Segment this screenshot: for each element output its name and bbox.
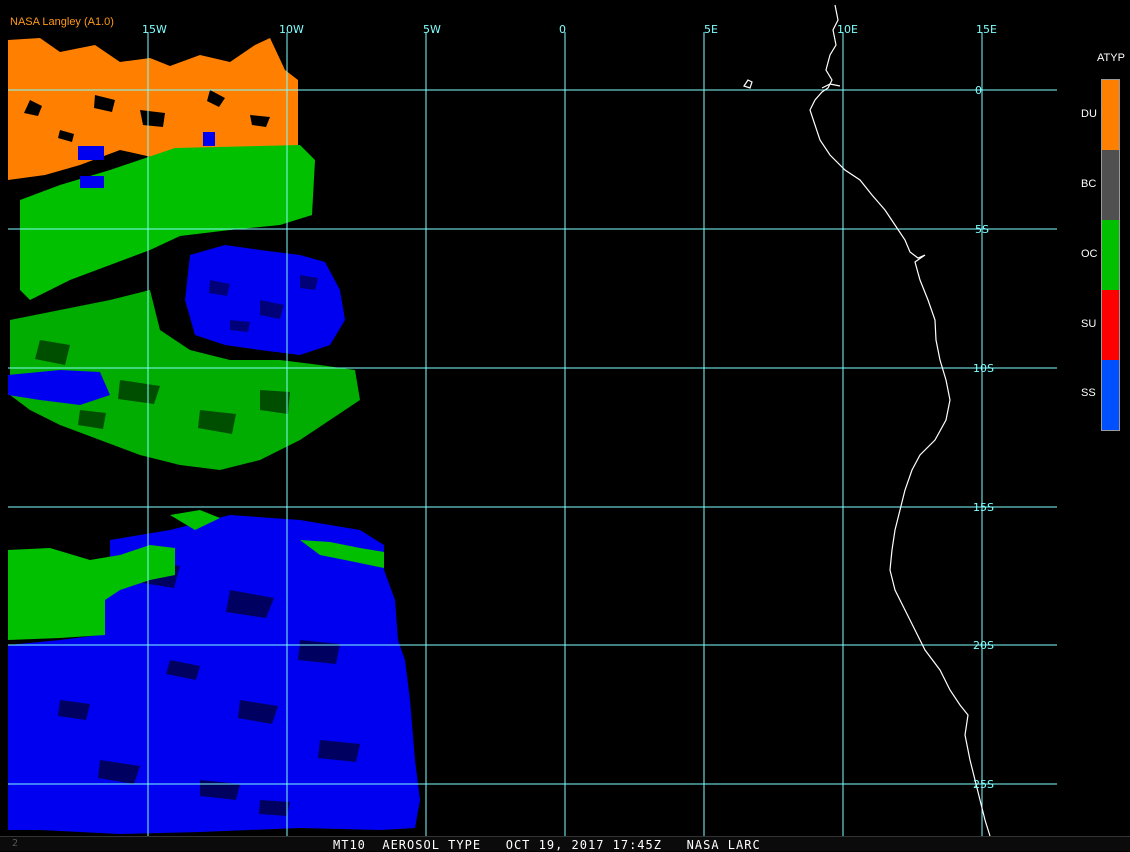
lon-label-15w: 15W [142,23,167,36]
lon-label-15e: 15E [976,23,997,36]
legend-frame [1101,79,1120,431]
status-bar: 2 MT10 AEROSOL TYPE OCT 19, 2017 17:45Z … [0,836,1130,852]
legend-label-bc: BC [1081,178,1097,190]
legend-title: ATYP [1097,52,1125,64]
lat-label-25s: 25S [973,778,994,791]
lon-label-5e: 5E [704,23,718,36]
legend-label-oc: OC [1081,248,1098,260]
lon-label-10e: 10E [837,23,858,36]
aerosol-map: 15W 10W 5W 0 5E 10E 15E 0 5S 10S 15S 20S… [0,0,1130,850]
sea-salt-region-mid [185,245,345,355]
legend-label-ss: SS [1081,387,1096,399]
lon-label-10w: 10W [279,23,304,36]
sea-salt-patch [78,146,104,160]
legend-label-du: DU [1081,108,1097,120]
lat-label-5s: 5S [975,223,989,236]
lon-label-0: 0 [559,23,566,36]
lat-label-20s: 20S [973,639,994,652]
lat-label-10s: 10S [973,362,994,375]
lon-label-5w: 5W [423,23,441,36]
frame-number: 2 [12,838,19,849]
credit-label: NASA Langley (A1.0) [10,16,114,28]
lat-label-0: 0 [975,84,982,97]
legend-label-su: SU [1081,318,1097,330]
lat-label-15s: 15S [973,501,994,514]
